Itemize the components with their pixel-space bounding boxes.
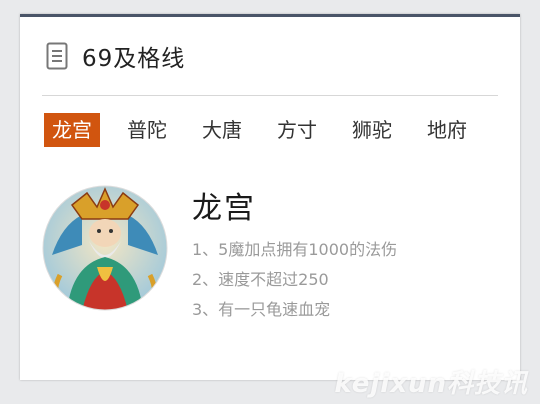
dragon-king-avatar-icon (42, 185, 168, 311)
sect-name: 龙宫 (192, 191, 256, 226)
tab-difu[interactable]: 地府 (419, 113, 475, 147)
tab-datang[interactable]: 大唐 (194, 113, 250, 147)
content-card: 69及格线 龙宫 普陀 大唐 方寸 狮驼 地府 龙宫 1、5魔加点拥有1000的… (20, 14, 520, 380)
requirement-item: 2、速度不超过250 (192, 270, 329, 289)
requirement-item: 1、5魔加点拥有1000的法伤 (192, 240, 398, 259)
tab-putuo[interactable]: 普陀 (119, 113, 175, 147)
tab-shituo[interactable]: 狮驼 (344, 113, 400, 147)
header-divider (42, 95, 498, 96)
watermark-logo: kejixun科技讯 (334, 369, 528, 399)
sect-tabs: 龙宫 普陀 大唐 方寸 狮驼 地府 (44, 113, 494, 147)
tab-fangcun[interactable]: 方寸 (269, 113, 325, 147)
page-title: 69及格线 (82, 46, 186, 72)
requirement-item: 3、有一只龟速血宠 (192, 300, 331, 319)
avatar (42, 185, 168, 311)
document-icon (46, 42, 68, 70)
requirement-list: 1、5魔加点拥有1000的法伤 2、速度不超过250 3、有一只龟速血宠 (192, 235, 397, 325)
card-header: 69及格线 (46, 39, 185, 73)
tab-longgong[interactable]: 龙宫 (44, 113, 100, 147)
